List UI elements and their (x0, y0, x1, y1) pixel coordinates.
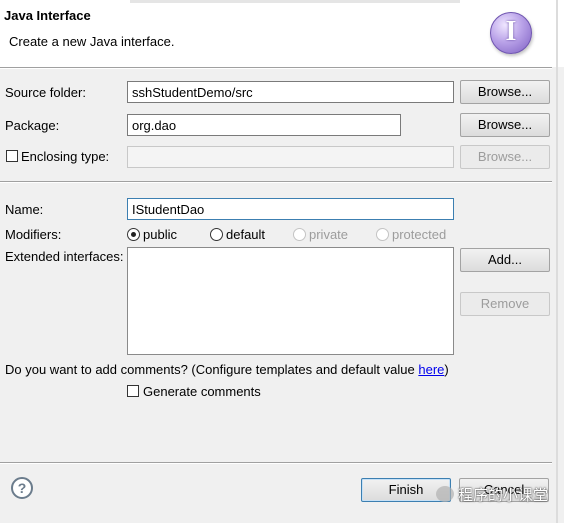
wizard-header: Java Interface Create a new Java interfa… (0, 0, 564, 67)
generate-comments-checkbox[interactable] (127, 385, 139, 397)
modifier-public-radio[interactable] (127, 228, 140, 241)
generate-comments-label: Generate comments (143, 384, 261, 399)
modifier-default-label: default (226, 227, 266, 242)
enclosing-type-input (127, 146, 454, 168)
footer-divider (0, 462, 552, 464)
comments-question: Do you want to add comments? (Configure … (5, 362, 449, 377)
source-folder-input[interactable]: sshStudentDemo/src (127, 81, 454, 103)
configure-templates-link[interactable]: here (418, 362, 444, 377)
enclosing-type-checkbox[interactable] (6, 150, 18, 162)
extended-interfaces-label: Extended interfaces: (5, 249, 124, 264)
modifier-protected-radio (376, 228, 389, 241)
comments-question-end: ) (444, 362, 449, 377)
watermark-logo-icon (436, 486, 454, 502)
window-right-border (556, 0, 558, 523)
package-input[interactable]: org.dao (127, 114, 401, 136)
source-folder-browse-button[interactable]: Browse... (460, 80, 550, 104)
modifier-protected-label: protected (392, 227, 447, 242)
wizard-description: Create a new Java interface. (9, 34, 175, 49)
source-folder-label: Source folder: (5, 85, 86, 100)
header-top-strip (130, 0, 460, 3)
modifier-default-radio[interactable] (210, 228, 223, 241)
modifier-private-label: private (309, 227, 349, 242)
modifier-private-radio (293, 228, 306, 241)
enclosing-type-label: Enclosing type: (21, 149, 110, 164)
add-interface-button[interactable]: Add... (460, 248, 550, 272)
section-divider (0, 181, 552, 183)
modifier-public-label: public (143, 227, 177, 242)
name-input[interactable]: IStudentDao (127, 198, 454, 220)
wizard-title: Java Interface (4, 8, 91, 23)
comments-question-text: Do you want to add comments? (Configure … (5, 362, 419, 377)
question-icon[interactable]: ? (11, 477, 33, 499)
extended-interfaces-list[interactable] (127, 247, 454, 355)
modifiers-label: Modifiers: (5, 227, 62, 242)
remove-interface-button: Remove (460, 292, 550, 316)
name-label: Name: (5, 202, 44, 217)
package-browse-button[interactable]: Browse... (460, 113, 550, 137)
package-label: Package: (5, 118, 60, 133)
watermark-text: 程序的小课堂 (458, 487, 549, 504)
enclosing-type-browse-button: Browse... (460, 145, 550, 169)
header-divider (0, 67, 552, 69)
interface-wizard-icon: I (490, 12, 532, 54)
